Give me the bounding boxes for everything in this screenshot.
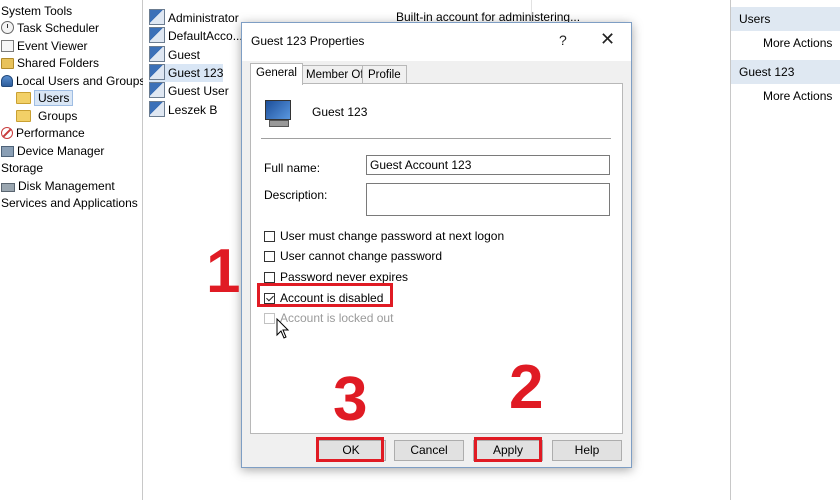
tree-item-label: Local Users and Groups	[16, 74, 146, 88]
tab-profile[interactable]: Profile	[362, 65, 407, 84]
more-actions-link[interactable]: More Actions	[763, 89, 832, 103]
checkbox-must-change-password[interactable]: User must change password at next logon	[264, 229, 504, 245]
step-number-3: 3	[333, 365, 368, 434]
tree-item-label: System Tools	[1, 4, 73, 18]
step-number-1: 1	[206, 237, 241, 306]
tree-item-device-manager[interactable]: Device Manager	[1, 143, 104, 160]
tree-item-disk-management[interactable]: Disk Management	[1, 178, 115, 195]
user-icon	[149, 46, 165, 62]
shared-folder-icon	[1, 58, 14, 69]
list-item[interactable]: Leszek B	[149, 101, 217, 119]
checkbox-cannot-change-password[interactable]: User cannot change password	[264, 249, 442, 265]
list-item-name: Guest User	[168, 84, 229, 98]
cancel-button[interactable]: Cancel	[394, 440, 464, 461]
divider	[261, 138, 611, 139]
full-name-input[interactable]: Guest Account 123	[366, 155, 610, 175]
device-manager-icon	[1, 146, 14, 157]
tree-item-users[interactable]: Users	[16, 90, 74, 107]
tree-item-services-applications[interactable]: Services and Applications	[1, 195, 138, 212]
tab-member-of[interactable]: Member Of	[300, 65, 370, 84]
tree-item-event-viewer[interactable]: Event Viewer	[1, 38, 87, 55]
list-item[interactable]: Administrator	[149, 9, 239, 27]
list-item-selected[interactable]: Guest 123	[149, 64, 224, 82]
tree-item-label: Device Manager	[17, 144, 105, 158]
more-actions-link[interactable]: More Actions	[763, 36, 832, 50]
tree-item-label: Users	[34, 90, 74, 106]
tree-item-label: Shared Folders	[17, 56, 100, 70]
tree-item-performance[interactable]: Performance	[1, 125, 85, 142]
tab-general[interactable]: General	[250, 63, 303, 85]
dialog-title-bar[interactable]: Guest 123 Properties ? ✕	[242, 23, 631, 61]
tree-item-label: Groups	[38, 109, 78, 123]
list-item-name: Guest 123	[168, 66, 224, 80]
tree-item-label: Task Scheduler	[17, 21, 100, 35]
tree-item-shared-folders[interactable]: Shared Folders	[1, 55, 99, 72]
list-item-name: Guest	[168, 48, 201, 62]
tree-item-label: Disk Management	[18, 179, 115, 193]
help-button[interactable]: Help	[552, 440, 622, 461]
checkbox-label: Account is locked out	[280, 311, 394, 325]
user-icon	[149, 9, 165, 25]
folder-icon	[16, 92, 31, 104]
user-icon	[149, 64, 165, 80]
checkbox-icon	[264, 313, 275, 324]
checkbox-icon[interactable]	[264, 251, 275, 262]
step-number-2: 2	[509, 353, 544, 422]
full-name-label: Full name:	[264, 161, 321, 175]
actions-pane: Users More Actions Guest 123 More Action…	[730, 0, 840, 500]
list-item[interactable]: Guest User	[149, 82, 229, 100]
checkbox-label: User cannot change password	[280, 249, 443, 263]
user-icon	[149, 82, 165, 98]
list-item[interactable]: Guest	[149, 46, 200, 64]
tree-item-task-scheduler[interactable]: Task Scheduler	[1, 20, 99, 37]
list-item-name: Leszek B	[168, 103, 218, 117]
actions-header-users: Users	[731, 7, 840, 31]
checkbox-icon[interactable]	[264, 272, 275, 283]
checkbox-label: User must change password at next logon	[280, 229, 505, 243]
list-item[interactable]: DefaultAcco...	[149, 27, 243, 45]
highlight-ok-button	[316, 437, 384, 462]
dialog-title: Guest 123 Properties	[251, 34, 365, 48]
close-icon[interactable]: ✕	[600, 29, 615, 50]
checkbox-icon[interactable]	[264, 231, 275, 242]
account-name: Guest 123	[312, 105, 368, 119]
mouse-cursor-icon	[276, 318, 290, 339]
tree-item-local-users-groups[interactable]: Local Users and Groups	[1, 73, 145, 90]
users-icon	[1, 75, 13, 87]
actions-header-selected: Guest 123	[731, 60, 840, 84]
help-icon[interactable]: ?	[559, 32, 567, 48]
user-account-icon	[263, 98, 293, 128]
tree-item-system-tools[interactable]: System Tools	[1, 3, 72, 20]
console-tree: System Tools Task Scheduler Event Viewer…	[0, 0, 145, 500]
list-item-name: DefaultAcco...	[168, 29, 243, 43]
description-label: Description:	[264, 188, 328, 202]
user-icon	[149, 101, 165, 117]
tree-item-label: Event Viewer	[17, 39, 88, 53]
event-viewer-icon	[1, 40, 14, 52]
properties-dialog: Guest 123 Properties ? ✕ General Member …	[241, 22, 632, 468]
highlight-apply-button	[474, 437, 542, 462]
checkbox-label: Password never expires	[280, 270, 409, 284]
tree-item-storage[interactable]: Storage	[1, 160, 43, 177]
general-panel: Guest 123 Full name: Guest Account 123 D…	[250, 83, 623, 434]
disk-icon	[1, 183, 15, 192]
tree-item-label: Storage	[1, 161, 44, 175]
performance-icon	[1, 127, 13, 139]
tree-item-groups[interactable]: Groups	[16, 108, 77, 125]
tree-item-label: Performance	[16, 126, 85, 140]
highlight-account-disabled	[257, 283, 393, 307]
list-item-name: Administrator	[168, 11, 239, 25]
tree-item-label: Services and Applications	[1, 196, 138, 210]
description-input[interactable]	[366, 183, 610, 216]
clock-icon	[1, 21, 14, 34]
user-icon	[149, 27, 165, 43]
folder-icon	[16, 110, 31, 122]
